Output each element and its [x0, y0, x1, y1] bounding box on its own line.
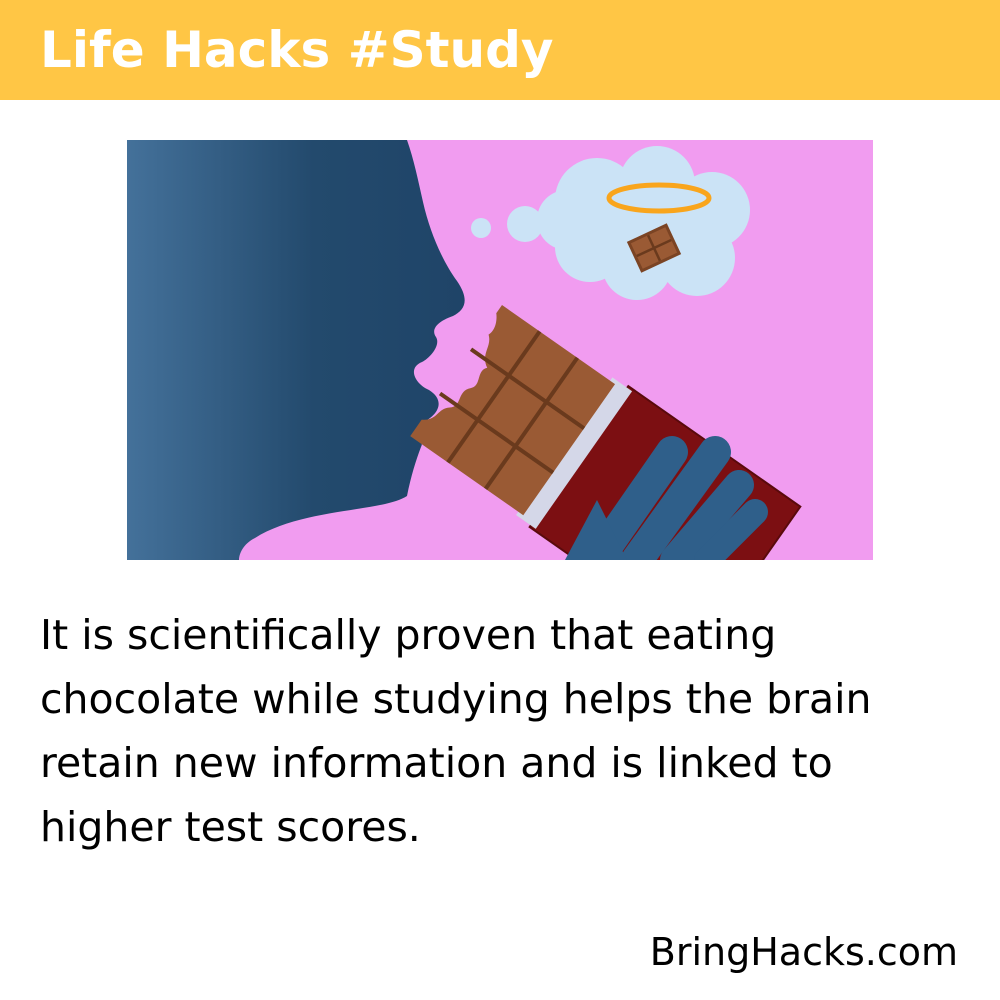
header-banner: Life Hacks #Study: [0, 0, 1000, 100]
page-title: Life Hacks #Study: [40, 21, 554, 79]
fact-text: It is scientifically proven that eating …: [40, 611, 872, 851]
chocolate-study-illustration: [127, 140, 873, 560]
site-credit: BringHacks.com: [649, 930, 958, 974]
thought-bubble-small: [471, 218, 491, 238]
